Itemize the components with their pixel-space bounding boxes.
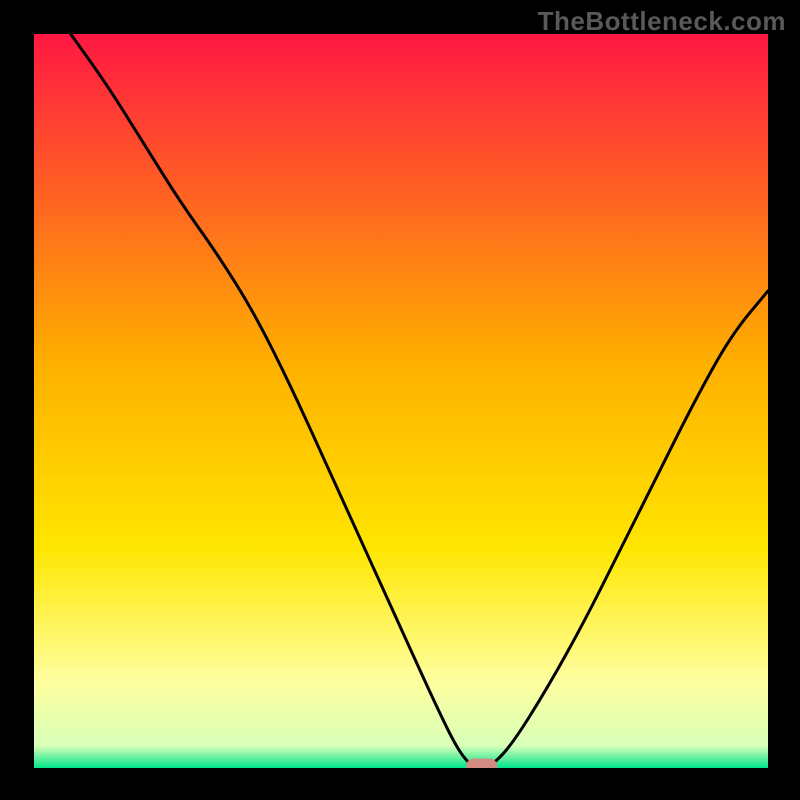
chart-frame: TheBottleneck.com [0, 0, 800, 800]
watermark-text: TheBottleneck.com [538, 6, 786, 37]
plot-area [34, 34, 768, 768]
bottleneck-chart [34, 34, 768, 768]
optimum-marker [467, 759, 497, 768]
